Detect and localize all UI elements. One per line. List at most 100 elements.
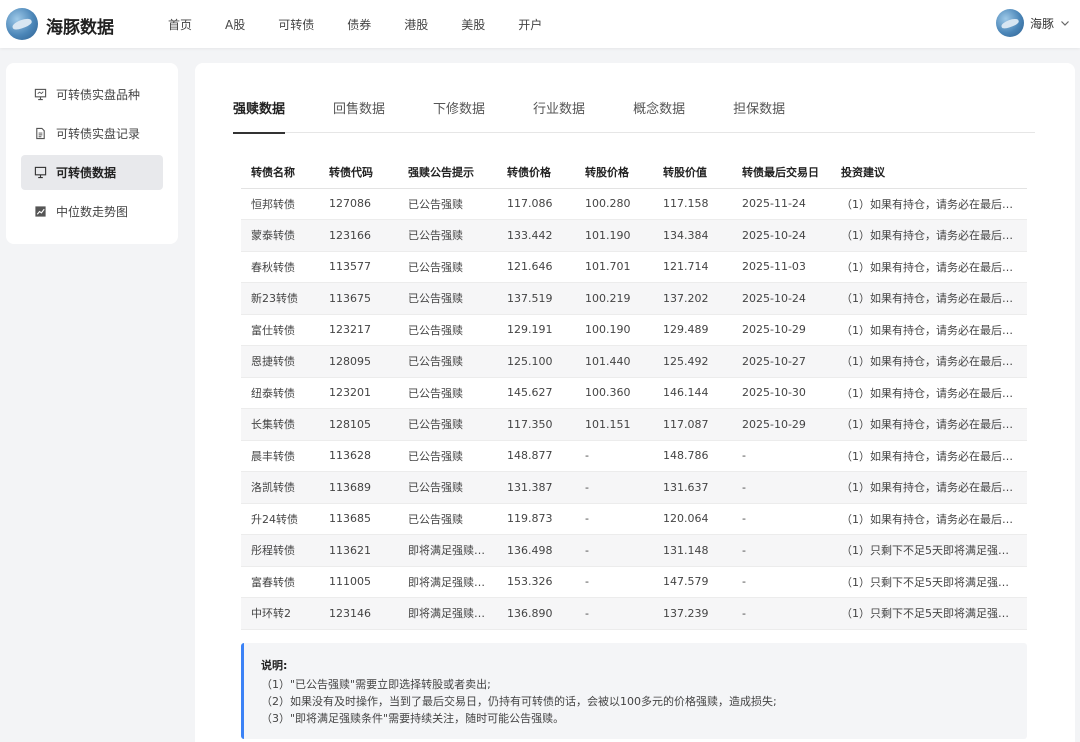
advice-cell[interactable]: （1）如果有持仓，请务必在最后… xyxy=(831,251,1027,283)
advice-cell[interactable]: （1）如果有持仓，请务必在最后… xyxy=(831,282,1027,315)
table-row[interactable]: 恒邦转债 127086 已公告强赎 117.086 100.280 117.15… xyxy=(241,188,1027,220)
table-row[interactable]: 长集转债 128105 已公告强赎 117.350 101.151 117.08… xyxy=(241,408,1027,441)
advice-cell[interactable]: （1）只剩下不足5天即将满足强… xyxy=(831,534,1027,567)
table-row[interactable]: 恩捷转债 128095 已公告强赎 125.100 101.440 125.49… xyxy=(241,345,1027,378)
advice-cell[interactable]: （1）如果有持仓，请务必在最后… xyxy=(831,377,1027,409)
bond-code-cell: 111005 xyxy=(319,566,398,598)
advice-cell[interactable]: （1）如果有持仓，请务必在最后… xyxy=(831,440,1027,472)
bond-price-cell: 125.100 xyxy=(497,345,575,378)
top-navbar: 海豚数据 首页 A股 可转债 债券 港股 美股 开户 海豚 xyxy=(0,0,1080,48)
redemption-notice-cell: 已公告强赎 xyxy=(398,503,497,535)
nav-item-a-shares[interactable]: A股 xyxy=(225,16,245,33)
table-row[interactable]: 洛凯转债 113689 已公告强赎 131.387 - 131.637 - （1… xyxy=(241,471,1027,504)
last-trading-day-cell: 2025-10-29 xyxy=(732,408,831,441)
nav-item-open-account[interactable]: 开户 xyxy=(518,16,542,33)
table-row[interactable]: 新23转债 113675 已公告强赎 137.519 100.219 137.2… xyxy=(241,282,1027,315)
presentation-icon xyxy=(34,88,47,101)
nav-item-bonds[interactable]: 债券 xyxy=(347,16,371,33)
advice-cell[interactable]: （1）如果有持仓，请务必在最后… xyxy=(831,188,1027,220)
advice-cell[interactable]: （1）如果有持仓，请务必在最后… xyxy=(831,471,1027,504)
sidebar-item-cb-live-records[interactable]: 可转债实盘记录 xyxy=(21,116,163,151)
bond-code-cell: 128095 xyxy=(319,345,398,378)
table-row[interactable]: 富春转债 111005 即将满足强赎… 153.326 - 147.579 - … xyxy=(241,566,1027,598)
user-name[interactable]: 海豚 xyxy=(1030,15,1054,32)
nav-item-hk-stocks[interactable]: 港股 xyxy=(404,16,428,33)
conversion-value-cell: 120.064 xyxy=(653,503,732,535)
conversion-price-cell: - xyxy=(575,440,653,472)
conversion-value-cell: 131.148 xyxy=(653,534,732,567)
bond-name-cell: 升24转债 xyxy=(241,503,319,535)
column-header[interactable]: 转债最后交易日 xyxy=(732,157,831,189)
tab-downward-revision[interactable]: 下修数据 xyxy=(433,93,485,133)
advice-cell[interactable]: （1）如果有持仓，请务必在最后… xyxy=(831,345,1027,378)
conversion-value-cell: 131.637 xyxy=(653,471,732,504)
nav-item-home[interactable]: 首页 xyxy=(168,16,192,33)
sidebar-item-cb-data[interactable]: 可转债数据 xyxy=(21,155,163,190)
bond-name-cell: 中环转2 xyxy=(241,597,319,630)
table-row[interactable]: 升24转债 113685 已公告强赎 119.873 - 120.064 - （… xyxy=(241,503,1027,535)
conversion-value-cell: 117.087 xyxy=(653,408,732,441)
nav-item-convertible-bonds[interactable]: 可转债 xyxy=(278,16,314,33)
table-row[interactable]: 彤程转债 113621 即将满足强赎… 136.498 - 131.148 - … xyxy=(241,534,1027,567)
advice-cell[interactable]: （1）如果有持仓，请务必在最后… xyxy=(831,408,1027,441)
user-menu[interactable]: 海豚 xyxy=(995,9,1070,37)
conversion-value-cell: 137.239 xyxy=(653,597,732,630)
bond-price-cell: 148.877 xyxy=(497,440,575,472)
conversion-price-cell: 100.280 xyxy=(575,188,653,220)
bond-price-cell: 121.646 xyxy=(497,251,575,283)
chevron-down-icon[interactable] xyxy=(1060,18,1070,28)
redemption-notice-cell: 即将满足强赎… xyxy=(398,566,497,598)
advice-cell[interactable]: （1）只剩下不足5天即将满足强… xyxy=(831,597,1027,630)
tab-concept[interactable]: 概念数据 xyxy=(633,93,685,133)
table-row[interactable]: 富仕转债 123217 已公告强赎 129.191 100.190 129.48… xyxy=(241,314,1027,346)
bond-code-cell: 113577 xyxy=(319,251,398,283)
tab-industry[interactable]: 行业数据 xyxy=(533,93,585,133)
sidebar-item-label: 可转债实盘品种 xyxy=(56,88,141,102)
conversion-price-cell: 100.219 xyxy=(575,282,653,315)
bond-name-cell: 洛凯转债 xyxy=(241,471,319,504)
brand-title[interactable]: 海豚数据 xyxy=(46,13,114,38)
column-header[interactable]: 转债价格 xyxy=(497,157,575,189)
bond-price-cell: 117.086 xyxy=(497,188,575,220)
column-header[interactable]: 转债代码 xyxy=(319,157,398,189)
conversion-price-cell: - xyxy=(575,471,653,504)
bond-code-cell: 123201 xyxy=(319,377,398,409)
column-header[interactable]: 投资建议 xyxy=(831,157,1027,189)
redemption-notice-cell: 已公告强赎 xyxy=(398,377,497,409)
bond-name-cell: 蒙泰转债 xyxy=(241,219,319,252)
avatar[interactable] xyxy=(995,9,1024,37)
bond-price-cell: 136.498 xyxy=(497,534,575,567)
advice-cell[interactable]: （1）如果有持仓，请务必在最后… xyxy=(831,314,1027,346)
tab-guarantee[interactable]: 担保数据 xyxy=(733,93,785,133)
presentation-icon xyxy=(34,166,47,179)
table-row[interactable]: 晨丰转债 113628 已公告强赎 148.877 - 148.786 - （1… xyxy=(241,440,1027,472)
redemption-notice-cell: 已公告强赎 xyxy=(398,440,497,472)
note-line: （2）如果没有及时操作，当到了最后交易日，仍持有可转债的话，会被以100多元的价… xyxy=(261,695,777,708)
note-title: 说明: xyxy=(261,659,288,672)
bond-code-cell: 123217 xyxy=(319,314,398,346)
advice-cell[interactable]: （1）如果有持仓，请务必在最后… xyxy=(831,503,1027,535)
sidebar-item-cb-live-varieties[interactable]: 可转债实盘品种 xyxy=(21,77,163,112)
column-header[interactable]: 转股价值 xyxy=(653,157,732,189)
last-trading-day-cell: 2025-10-30 xyxy=(732,377,831,409)
conversion-value-cell: 125.492 xyxy=(653,345,732,378)
bond-code-cell: 113675 xyxy=(319,282,398,315)
bond-name-cell: 彤程转债 xyxy=(241,534,319,567)
table-row[interactable]: 中环转2 123146 即将满足强赎… 136.890 - 137.239 - … xyxy=(241,597,1027,630)
sidebar: 可转债实盘品种 可转债实盘记录 可转债数据 中位数走势图 xyxy=(6,63,178,244)
advice-cell[interactable]: （1）只剩下不足5天即将满足强… xyxy=(831,566,1027,598)
column-header[interactable]: 强赎公告提示 xyxy=(398,157,497,189)
column-header[interactable]: 转债名称 xyxy=(241,157,319,189)
sidebar-item-median-trend[interactable]: 中位数走势图 xyxy=(21,194,163,229)
table-row[interactable]: 纽泰转债 123201 已公告强赎 145.627 100.360 146.14… xyxy=(241,377,1027,409)
advice-cell[interactable]: （1）如果有持仓，请务必在最后… xyxy=(831,219,1027,252)
nav-item-us-stocks[interactable]: 美股 xyxy=(461,16,485,33)
dolphin-logo-icon[interactable] xyxy=(6,8,38,40)
table-row[interactable]: 蒙泰转债 123166 已公告强赎 133.442 101.190 134.38… xyxy=(241,219,1027,252)
tab-put-back[interactable]: 回售数据 xyxy=(333,93,385,133)
table-row[interactable]: 春秋转债 113577 已公告强赎 121.646 101.701 121.71… xyxy=(241,251,1027,283)
column-header[interactable]: 转股价格 xyxy=(575,157,653,189)
conversion-price-cell: 101.701 xyxy=(575,251,653,283)
redemption-notice-cell: 已公告强赎 xyxy=(398,188,497,220)
tab-forced-redemption[interactable]: 强赎数据 xyxy=(233,93,286,134)
